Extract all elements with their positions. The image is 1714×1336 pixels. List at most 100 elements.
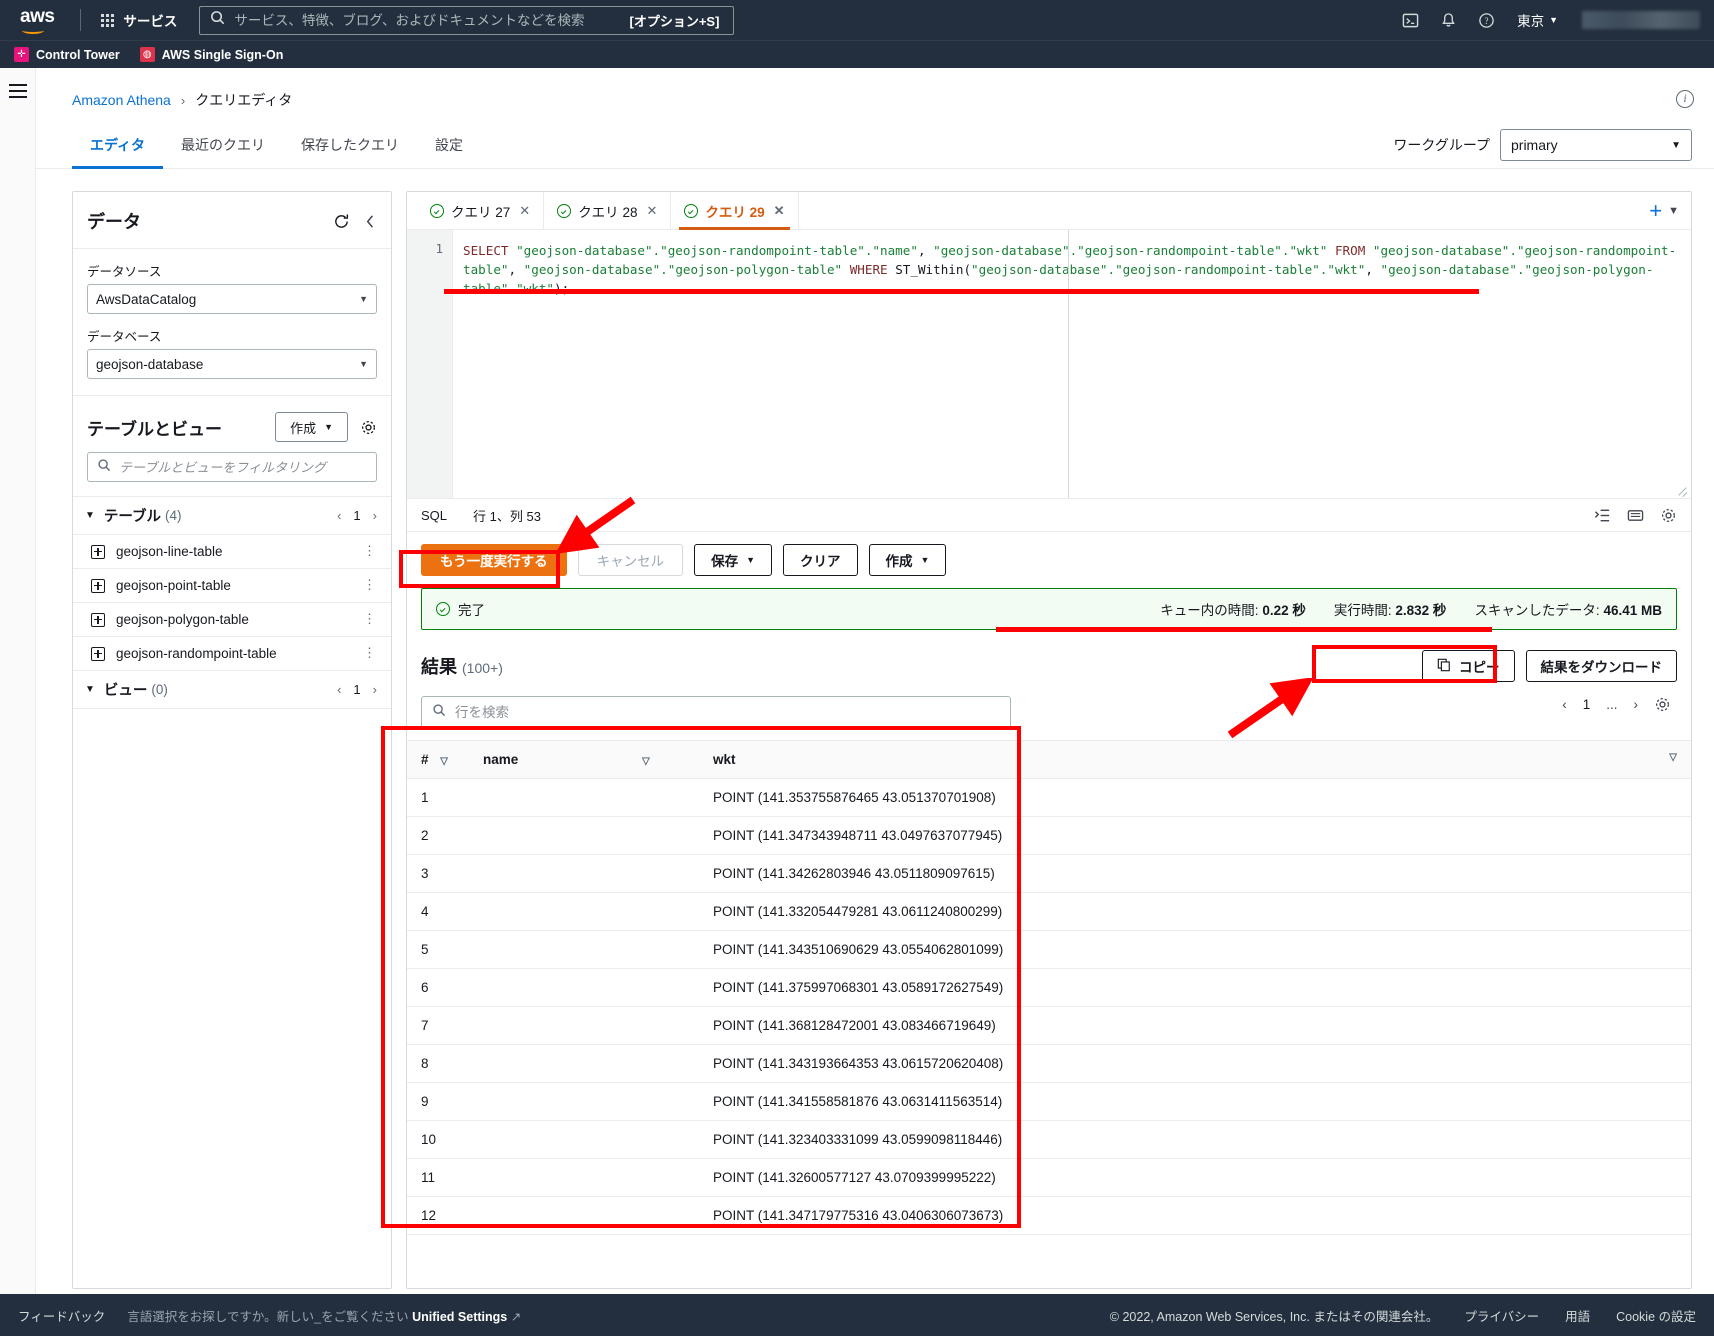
row-menu-icon[interactable]: ⋮ — [363, 544, 377, 558]
run-again-button[interactable]: もう一度実行する — [421, 544, 567, 576]
table-list-item[interactable]: geojson-line-table ⋮ — [73, 535, 391, 569]
row-menu-icon[interactable]: ⋮ — [363, 646, 377, 660]
account-menu-blurred[interactable] — [1582, 11, 1700, 29]
column-header-num[interactable]: # ▽ — [407, 740, 469, 779]
new-query-tab-icon[interactable]: + — [1649, 199, 1662, 222]
prev-page-icon[interactable]: ‹ — [337, 508, 341, 523]
row-menu-icon[interactable]: ⋮ — [363, 578, 377, 592]
tab-recent-queries[interactable]: 最近のクエリ — [163, 124, 283, 168]
prev-page-icon[interactable]: ‹ — [337, 682, 341, 697]
table-row[interactable]: 5 POINT (141.343510690629 43.055406280109… — [407, 930, 1691, 969]
table-row[interactable]: 9 POINT (141.341558581876 43.063141156351… — [407, 1082, 1691, 1121]
table-row[interactable]: 7 POINT (141.368128472001 43.083466719649… — [407, 1006, 1691, 1045]
refresh-icon[interactable] — [333, 213, 350, 230]
format-query-icon[interactable] — [1594, 507, 1611, 524]
query-tab-27[interactable]: クエリ 27 ✕ — [417, 192, 545, 230]
region-selector[interactable]: 東京 ▼ — [1507, 4, 1568, 36]
table-row[interactable]: 10 POINT (141.323403331099 43.05990981184… — [407, 1120, 1691, 1159]
services-menu-button[interactable]: サービス — [93, 5, 185, 35]
workgroup-select[interactable]: primary ▼ — [1500, 129, 1692, 161]
table-row[interactable]: 6 POINT (141.375997068301 43.058917262754… — [407, 968, 1691, 1007]
table-row[interactable]: 1 POINT (141.353755876465 43.051370701908… — [407, 778, 1691, 817]
table-filter-box[interactable] — [87, 452, 377, 482]
sql-code-area[interactable]: 1 SELECT "geojson-database"."geojson-ran… — [407, 230, 1691, 498]
table-list-item[interactable]: geojson-randompoint-table ⋮ — [73, 637, 391, 671]
table-row[interactable]: 4 POINT (141.332054479281 43.061124080029… — [407, 892, 1691, 931]
feedback-link[interactable]: フィードバック — [18, 1306, 105, 1325]
table-list-item[interactable]: geojson-polygon-table ⋮ — [73, 603, 391, 637]
cancel-button: キャンセル — [577, 544, 684, 576]
create-table-button[interactable]: 作成 ▼ — [275, 412, 348, 442]
keyboard-shortcuts-icon[interactable] — [1627, 507, 1644, 524]
database-select[interactable]: geojson-database ▼ — [87, 349, 377, 379]
aws-logo[interactable]: aws — [14, 7, 68, 34]
sort-icon[interactable]: ▽ — [1669, 752, 1677, 763]
sort-icon[interactable]: ▽ — [440, 756, 448, 767]
tab-settings[interactable]: 設定 — [417, 124, 481, 168]
tab-editor[interactable]: エディタ — [72, 124, 164, 169]
copy-results-button[interactable]: コピー — [1422, 650, 1515, 682]
prev-page-icon[interactable]: ‹ — [1562, 697, 1567, 712]
column-header-name[interactable]: name ▽ — [469, 740, 699, 779]
help-icon[interactable]: ? — [1469, 5, 1503, 35]
row-search-box[interactable] — [421, 696, 1011, 728]
favorite-control-tower[interactable]: ✛ Control Tower — [14, 47, 120, 62]
expand-icon[interactable] — [91, 578, 105, 593]
expand-icon[interactable] — [91, 646, 105, 661]
tables-group-row[interactable]: ▼ テーブル (4) ‹ 1 › — [73, 496, 391, 535]
gear-icon[interactable] — [360, 419, 377, 436]
datasource-select[interactable]: AwsDataCatalog ▼ — [87, 284, 377, 314]
editor-resize-handle[interactable] — [1677, 484, 1688, 495]
query-tab-29[interactable]: クエリ 29 ✕ — [671, 192, 799, 230]
sql-code-text[interactable]: SELECT "geojson-database"."geojson-rando… — [453, 230, 1691, 498]
table-row[interactable]: 12 POINT (141.347179775316 43.04063060736… — [407, 1196, 1691, 1235]
tab-saved-queries[interactable]: 保存したクエリ — [283, 124, 417, 168]
expand-icon[interactable] — [91, 544, 105, 559]
breadcrumb-root-link[interactable]: Amazon Athena — [72, 92, 171, 108]
cookie-settings-link[interactable]: Cookie の設定 — [1616, 1306, 1696, 1325]
chevron-down-icon[interactable]: ▼ — [1668, 205, 1679, 217]
global-search-input[interactable] — [234, 12, 621, 28]
close-icon[interactable]: ✕ — [646, 203, 657, 219]
expand-icon[interactable] — [91, 612, 105, 627]
save-button[interactable]: 保存 ▼ — [694, 544, 773, 576]
chevron-down-icon[interactable]: ▼ — [85, 684, 95, 695]
table-list-item[interactable]: geojson-point-table ⋮ — [73, 569, 391, 603]
unified-settings-link[interactable]: Unified Settings — [412, 1310, 507, 1324]
table-row[interactable]: 2 POINT (141.347343948711 43.049763707794… — [407, 816, 1691, 855]
sql-token: "geojson-database"."geojson-randompoint-… — [971, 262, 1366, 277]
views-group-row[interactable]: ▼ ビュー (0) ‹ 1 › — [73, 671, 391, 709]
chevron-down-icon[interactable]: ▼ — [85, 510, 95, 521]
next-page-icon[interactable]: › — [1634, 697, 1639, 712]
row-search-input[interactable] — [455, 704, 1000, 720]
table-row[interactable]: 11 POINT (141.32600577127 43.070939999522… — [407, 1158, 1691, 1197]
cloudshell-icon[interactable] — [1393, 5, 1427, 35]
favorite-aws-sso[interactable]: ◍ AWS Single Sign-On — [139, 47, 283, 62]
aws-smile-icon — [22, 27, 44, 34]
collapse-panel-icon[interactable] — [364, 214, 377, 229]
info-icon[interactable]: i — [1676, 90, 1694, 108]
next-page-icon[interactable]: › — [373, 682, 377, 697]
table-filter-input[interactable] — [119, 459, 367, 475]
close-icon[interactable]: ✕ — [519, 203, 530, 219]
global-search-box[interactable]: [オプション+S] — [199, 5, 735, 35]
query-tab-28[interactable]: クエリ 28 ✕ — [544, 192, 672, 230]
row-menu-icon[interactable]: ⋮ — [363, 612, 377, 626]
sort-icon[interactable]: ▽ — [642, 756, 650, 767]
table-row[interactable]: 3 POINT (141.34262803946 43.0511809097615… — [407, 854, 1691, 893]
gear-icon[interactable] — [1660, 507, 1677, 524]
row-wkt: POINT (141.341558581876 43.0631411563514… — [699, 1082, 1691, 1121]
results-settings-icon[interactable] — [1654, 696, 1671, 713]
bell-icon[interactable] — [1431, 5, 1465, 35]
clear-button[interactable]: クリア — [783, 544, 858, 576]
terms-link[interactable]: 用語 — [1565, 1306, 1590, 1325]
breadcrumb-current: クエリエディタ — [195, 92, 293, 108]
next-page-icon[interactable]: › — [373, 508, 377, 523]
table-row[interactable]: 8 POINT (141.343193664353 43.061572062040… — [407, 1044, 1691, 1083]
create-button[interactable]: 作成 ▼ — [868, 544, 947, 576]
column-header-wkt[interactable]: wkt ▽ — [699, 740, 1691, 779]
privacy-link[interactable]: プライバシー — [1464, 1306, 1539, 1325]
download-results-button[interactable]: 結果をダウンロード — [1525, 650, 1677, 682]
close-icon[interactable]: ✕ — [774, 203, 785, 219]
menu-toggle-icon[interactable] — [8, 84, 27, 98]
